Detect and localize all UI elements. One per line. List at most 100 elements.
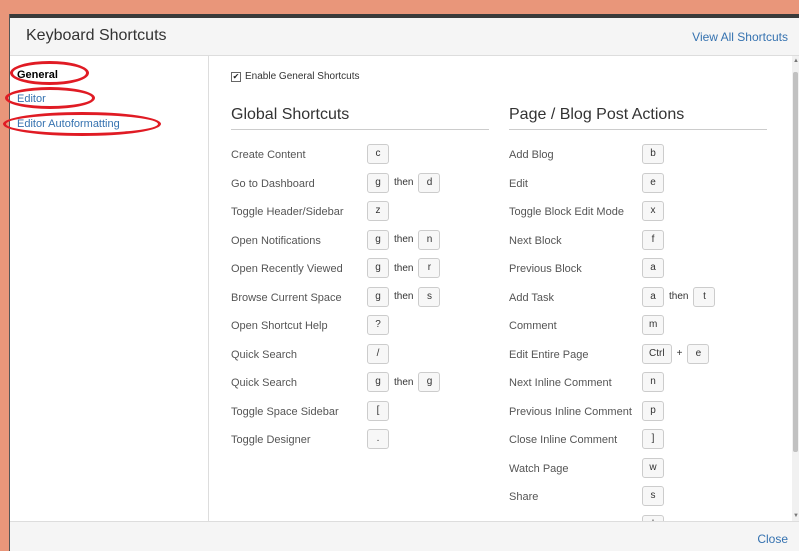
keycap: p <box>642 400 664 421</box>
shortcut-label: Share <box>509 491 539 503</box>
global-shortcuts-title: Global Shortcuts <box>231 106 489 130</box>
shortcut-label: Browse Current Space <box>231 291 342 304</box>
shortcut-row: Previous Inline Comment p <box>509 400 767 421</box>
enable-shortcuts-checkbox[interactable]: ✔ <box>231 71 241 82</box>
keycap: ? <box>367 315 389 335</box>
shortcut-keys: Ctrl + e <box>642 343 710 364</box>
shortcut-label: Next Block <box>509 234 562 247</box>
shortcut-label: Close Inline Comment <box>509 434 618 446</box>
shortcut-keys: . <box>367 429 389 449</box>
shortcut-keys: g then g <box>367 372 441 392</box>
shortcut-row: Toggle Designer. <box>231 429 489 449</box>
keycap: e <box>687 343 710 364</box>
key-separator: then <box>394 262 414 274</box>
shortcut-label: Previous Block <box>509 263 582 275</box>
keycap: / <box>367 343 389 364</box>
shortcut-label: Create Content <box>231 149 306 161</box>
key-separator: then <box>394 291 414 302</box>
nav-item-editor[interactable]: Editor <box>17 93 46 105</box>
shortcut-row: Go to Dashboard g then d <box>231 172 489 193</box>
shortcut-label: Go to Dashboard <box>231 177 315 190</box>
keycap: . <box>367 429 389 449</box>
shortcut-row: Add Blog b <box>509 144 767 164</box>
keycap: [ <box>367 400 389 421</box>
shortcut-row: Toggle Space Sidebar [ <box>231 400 489 421</box>
shortcut-label: Toggle Header/Sidebar <box>231 206 344 218</box>
keycap: f <box>642 229 664 250</box>
shortcut-row: Quick Search / <box>231 343 489 364</box>
key-separator: + <box>676 348 683 359</box>
page-actions-column: Page / Blog Post Actions Add Blog b Edit e T… <box>509 106 767 521</box>
shortcut-category-nav: General Editor Editor Autoformatting <box>10 56 209 521</box>
global-shortcuts-column: Global Shortcuts Create Content c Go to Da… <box>231 106 489 449</box>
keycap: g <box>367 258 389 278</box>
scroll-up-arrow-icon[interactable]: ▲ <box>793 58 799 64</box>
dialog-header: Keyboard Shortcuts View All Shortcuts <box>10 18 799 56</box>
shortcut-keys: a <box>642 258 664 278</box>
shortcut-keys: a then t <box>642 286 716 307</box>
shortcut-row: Next Inline Comment n <box>509 372 767 392</box>
shortcuts-panel: ✔ Enable General Shortcuts Global Shortc… <box>209 56 793 521</box>
keycap: g <box>367 286 389 307</box>
shortcut-label: Open Shortcut Help <box>231 320 328 332</box>
scroll-down-arrow-icon[interactable]: ▼ <box>793 513 799 519</box>
shortcut-keys: g then n <box>367 229 441 250</box>
shortcut-label: Toggle Space Sidebar <box>231 405 339 418</box>
shortcut-keys: n <box>642 372 664 392</box>
keycap: Ctrl <box>642 343 672 364</box>
shortcut-row: Edit Entire Page Ctrl + e <box>509 343 767 364</box>
shortcut-keys: [ <box>367 400 389 421</box>
keycap: w <box>642 457 664 478</box>
page-actions-title: Page / Blog Post Actions <box>509 106 767 130</box>
shortcut-label: Edit <box>509 177 528 190</box>
keycap: g <box>367 372 389 392</box>
shortcut-keys: f <box>642 229 664 250</box>
shortcut-label: Toggle Block Edit Mode <box>509 206 624 218</box>
shortcut-keys: z <box>367 201 389 221</box>
nav-item-editor-autoformatting[interactable]: Editor Autoformatting <box>17 118 120 130</box>
shortcut-row: Toggle Header/Sidebar z <box>231 201 489 221</box>
dialog-title: Keyboard Shortcuts <box>26 27 167 44</box>
keycap: x <box>642 201 664 221</box>
key-separator: then <box>394 376 414 388</box>
shortcut-row: Add Task a then t <box>509 286 767 307</box>
shortcut-keys: e <box>642 172 664 193</box>
nav-item-general[interactable]: General <box>17 69 58 81</box>
key-separator: then <box>394 234 414 245</box>
shortcut-row: Edit e <box>509 172 767 193</box>
keycap: b <box>642 144 664 164</box>
shortcut-row: Create Content c <box>231 144 489 164</box>
key-separator: then <box>394 177 414 188</box>
shortcut-row: Previous Block a <box>509 258 767 278</box>
keycap: g <box>418 372 441 392</box>
scrollbar-thumb[interactable] <box>793 72 798 452</box>
shortcut-keys: g then s <box>367 286 441 307</box>
shortcut-label: Add Blog <box>509 149 554 161</box>
shortcut-label: Quick Search <box>231 348 298 361</box>
shortcut-keys: b <box>642 144 664 164</box>
shortcut-row: Open Recently Viewed g then r <box>231 258 489 278</box>
view-all-shortcuts-link[interactable]: View All Shortcuts <box>692 30 788 44</box>
shortcut-row: Next Block f <box>509 229 767 250</box>
enable-shortcuts-label: Enable General Shortcuts <box>245 71 360 82</box>
scrollbar[interactable]: ▲ ▼ <box>792 56 799 521</box>
keycap: c <box>367 144 389 164</box>
keycap: m <box>642 315 665 335</box>
keycap: e <box>642 172 664 193</box>
shortcut-label: Next Inline Comment <box>509 377 612 389</box>
keycap: ] <box>642 429 664 449</box>
shortcut-label: Watch Page <box>509 462 569 475</box>
shortcut-keys: ? <box>367 315 389 335</box>
shortcut-row: Share s <box>509 486 767 506</box>
keyboard-shortcuts-dialog: Keyboard Shortcuts View All Shortcuts Ge… <box>9 14 799 551</box>
enable-shortcuts-option[interactable]: ✔ Enable General Shortcuts <box>231 71 360 82</box>
close-button[interactable]: Close <box>757 532 788 546</box>
keycap: g <box>367 172 389 193</box>
shortcut-keys: / <box>367 343 389 364</box>
shortcut-label: Comment <box>509 320 557 332</box>
shortcut-label: Toggle Designer <box>231 434 311 446</box>
keycap: z <box>367 201 389 221</box>
shortcut-label: Open Recently Viewed <box>231 263 343 275</box>
shortcut-label: Add Task <box>509 291 555 304</box>
shortcut-label: Previous Inline Comment <box>509 405 632 418</box>
